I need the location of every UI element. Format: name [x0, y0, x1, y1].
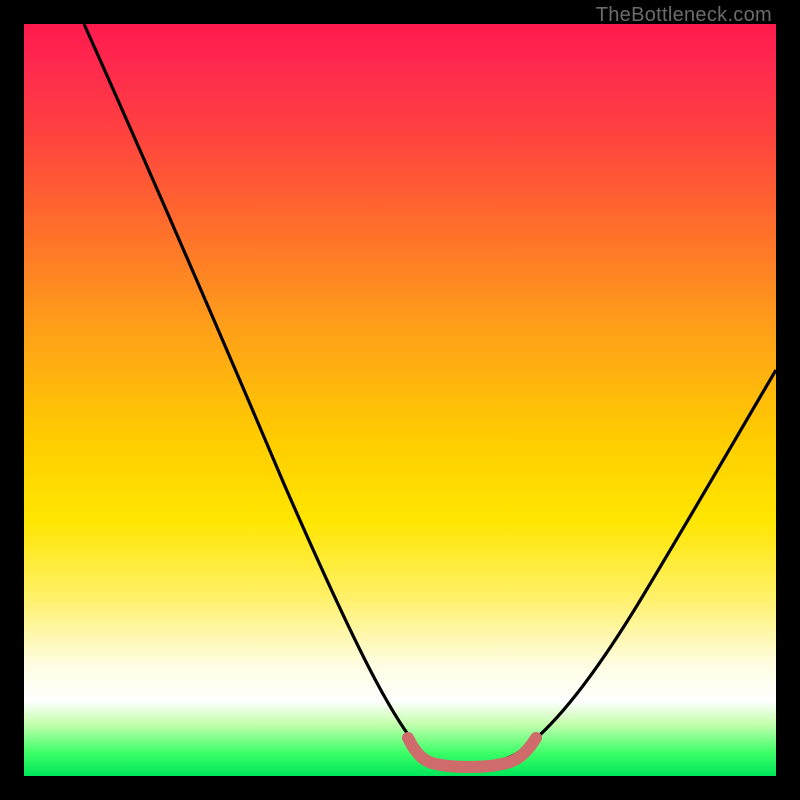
curve-svg: [24, 24, 776, 776]
optimal-highlight: [408, 738, 536, 767]
plot-area: [24, 24, 776, 776]
chart-frame: [24, 24, 776, 776]
bottleneck-curve: [84, 24, 776, 764]
watermark-text: TheBottleneck.com: [596, 4, 772, 27]
